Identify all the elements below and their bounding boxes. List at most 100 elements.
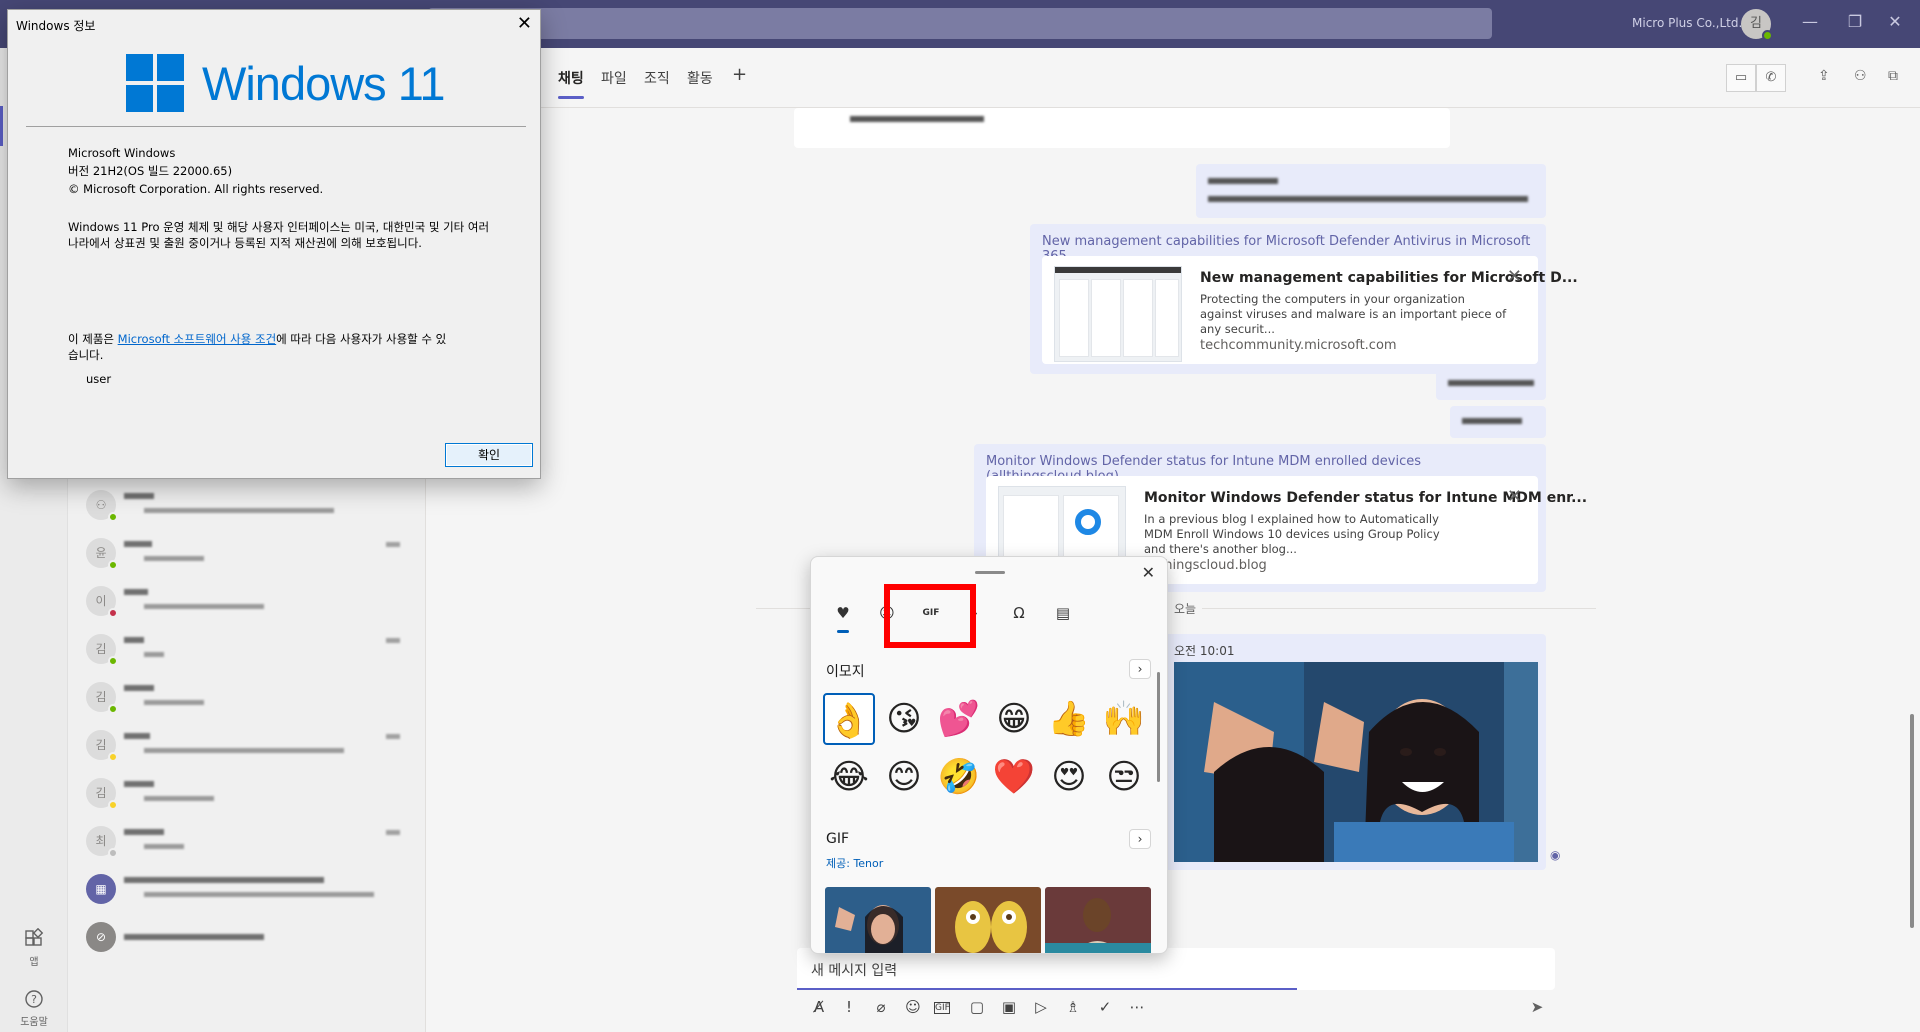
- emoji-item[interactable]: ❤️: [988, 751, 1040, 803]
- copyright-text: © Microsoft Corporation. All rights rese…: [68, 182, 324, 196]
- emoji-item[interactable]: 😁: [988, 693, 1040, 745]
- gif-section-more-button[interactable]: ›: [1129, 829, 1151, 849]
- message-scrollbar[interactable]: [1910, 714, 1914, 928]
- emoji-item[interactable]: 👍: [1043, 693, 1095, 745]
- sticker-icon[interactable]: ▢: [966, 998, 988, 1016]
- chat-list-item[interactable]: ▦: [86, 868, 406, 912]
- outgoing-message[interactable]: [1196, 164, 1546, 218]
- emoji-item[interactable]: 🤣: [933, 751, 985, 803]
- close-icon[interactable]: ✕: [1507, 266, 1522, 287]
- windows-logo-icon: [126, 54, 184, 112]
- emoji-item[interactable]: 😂: [823, 751, 875, 803]
- emoji-item[interactable]: 💕: [933, 693, 985, 745]
- emoji-item[interactable]: 😘: [878, 693, 930, 745]
- minimize-button[interactable]: —: [1795, 12, 1825, 31]
- timestamp-redacted: [386, 830, 400, 835]
- person-icon: ⚇: [95, 498, 107, 512]
- avatar-initial: 김: [95, 690, 107, 704]
- emoji-item[interactable]: 😒: [1098, 751, 1150, 803]
- avatar: 윤: [86, 538, 118, 570]
- video-icon: ▭: [1734, 70, 1748, 85]
- organization-name[interactable]: Micro Plus Co.,Ltd.: [1632, 16, 1742, 30]
- windows-wordmark: Windows 11: [202, 57, 446, 110]
- avatar-initial: 윤: [95, 546, 107, 560]
- close-icon[interactable]: ✕: [517, 13, 532, 34]
- rail-apps[interactable]: 앱: [0, 928, 68, 968]
- tab-activity[interactable]: 활동: [687, 68, 713, 88]
- contact-name-redacted: [124, 493, 154, 499]
- important-icon[interactable]: !: [838, 998, 860, 1016]
- chat-list-item[interactable]: 윤: [86, 532, 406, 576]
- approvals-icon[interactable]: ✓: [1094, 998, 1116, 1016]
- ok-button[interactable]: 확인: [445, 443, 533, 467]
- gif-thumbnail[interactable]: [1045, 887, 1151, 953]
- stream-icon[interactable]: ▷: [1030, 998, 1052, 1016]
- audio-call-button[interactable]: ✆: [1756, 64, 1786, 92]
- chat-list-item[interactable]: 최: [86, 820, 406, 864]
- drag-handle[interactable]: [975, 571, 1005, 574]
- outgoing-message[interactable]: New management capabilities for Microsof…: [1030, 224, 1578, 374]
- presence-indicator: [108, 704, 118, 714]
- chat-list-item[interactable]: 김: [86, 628, 406, 672]
- contact-name-redacted: [124, 637, 144, 643]
- gif-thumbnail[interactable]: [935, 887, 1041, 953]
- gif-thumbnail[interactable]: [825, 887, 931, 953]
- message-preview-redacted: [144, 748, 344, 753]
- message-text-redacted: [850, 116, 984, 122]
- schedule-meeting-icon[interactable]: ▣: [998, 998, 1020, 1016]
- restore-button[interactable]: ❐: [1840, 12, 1870, 31]
- avatar: 이: [86, 586, 118, 618]
- chat-list-item[interactable]: ⊘: [86, 916, 406, 960]
- link-preview-card[interactable]: New management capabilities for Microsof…: [1042, 256, 1578, 364]
- emoji-section-more-button[interactable]: ›: [1129, 659, 1151, 679]
- chat-list-item[interactable]: ⚇: [86, 484, 406, 528]
- chat-list-item[interactable]: 김: [86, 724, 406, 768]
- add-people-icon[interactable]: ⚇: [1854, 68, 1867, 84]
- message-text-redacted: [1448, 380, 1534, 386]
- rail-help[interactable]: ? 도움말: [0, 988, 68, 1028]
- share-screen-icon[interactable]: ⇪: [1818, 68, 1830, 84]
- gif-preview-image: [935, 887, 1041, 953]
- gif-image[interactable]: [1174, 662, 1538, 862]
- search-box[interactable]: [428, 8, 1492, 39]
- clipboard-tab-icon[interactable]: ▤: [1051, 601, 1075, 625]
- emoji-item[interactable]: 👌: [823, 693, 875, 745]
- composer-input[interactable]: 새 메시지 입력: [811, 960, 897, 980]
- license-terms-link[interactable]: Microsoft 소프트웨어 사용 조건: [118, 332, 277, 346]
- avatar: 김: [86, 778, 118, 810]
- video-call-button[interactable]: ▭: [1726, 64, 1756, 92]
- outgoing-message[interactable]: [1436, 368, 1546, 400]
- emoji-item[interactable]: 🙌: [1098, 693, 1150, 745]
- add-tab-button[interactable]: +: [732, 64, 747, 85]
- chat-list-item[interactable]: 이: [86, 580, 406, 624]
- gif-icon[interactable]: GIF: [934, 1002, 950, 1014]
- tab-org[interactable]: 조직: [644, 68, 670, 88]
- recent-emoji-tab-icon[interactable]: ♥: [831, 601, 855, 633]
- emoji-item[interactable]: 😍: [1043, 751, 1095, 803]
- symbols-tab-icon[interactable]: Ω: [1007, 601, 1031, 625]
- emoji-item[interactable]: 😊: [878, 751, 930, 803]
- tab-files[interactable]: 파일: [601, 68, 627, 88]
- avatar-initial: 김: [95, 642, 107, 656]
- close-icon[interactable]: ✕: [1507, 486, 1522, 507]
- format-icon[interactable]: A̸: [808, 998, 830, 1016]
- popout-icon[interactable]: ⧉: [1888, 68, 1898, 84]
- picker-scrollbar[interactable]: [1157, 672, 1160, 782]
- attach-icon[interactable]: ⌀: [870, 998, 892, 1016]
- chat-list-item[interactable]: 김: [86, 676, 406, 720]
- outgoing-message[interactable]: [1450, 406, 1546, 438]
- incoming-message[interactable]: [794, 108, 1450, 148]
- contact-name-redacted: [124, 934, 264, 940]
- send-icon[interactable]: ➤: [1526, 998, 1548, 1016]
- close-window-button[interactable]: ✕: [1880, 12, 1910, 31]
- tab-chat[interactable]: 채팅: [558, 68, 584, 99]
- message-composer[interactable]: 새 메시지 입력: [797, 948, 1555, 990]
- profile-avatar[interactable]: 김: [1741, 9, 1773, 41]
- more-options-icon[interactable]: ⋯: [1126, 998, 1148, 1016]
- outgoing-image-message[interactable]: 오전 10:01: [1162, 634, 1546, 870]
- chat-list-item[interactable]: 김: [86, 772, 406, 816]
- praise-icon[interactable]: ♗: [1062, 998, 1084, 1016]
- emoji-icon[interactable]: ☺: [902, 998, 924, 1016]
- close-icon[interactable]: ✕: [1142, 563, 1155, 582]
- rail-active-indicator: [0, 106, 3, 146]
